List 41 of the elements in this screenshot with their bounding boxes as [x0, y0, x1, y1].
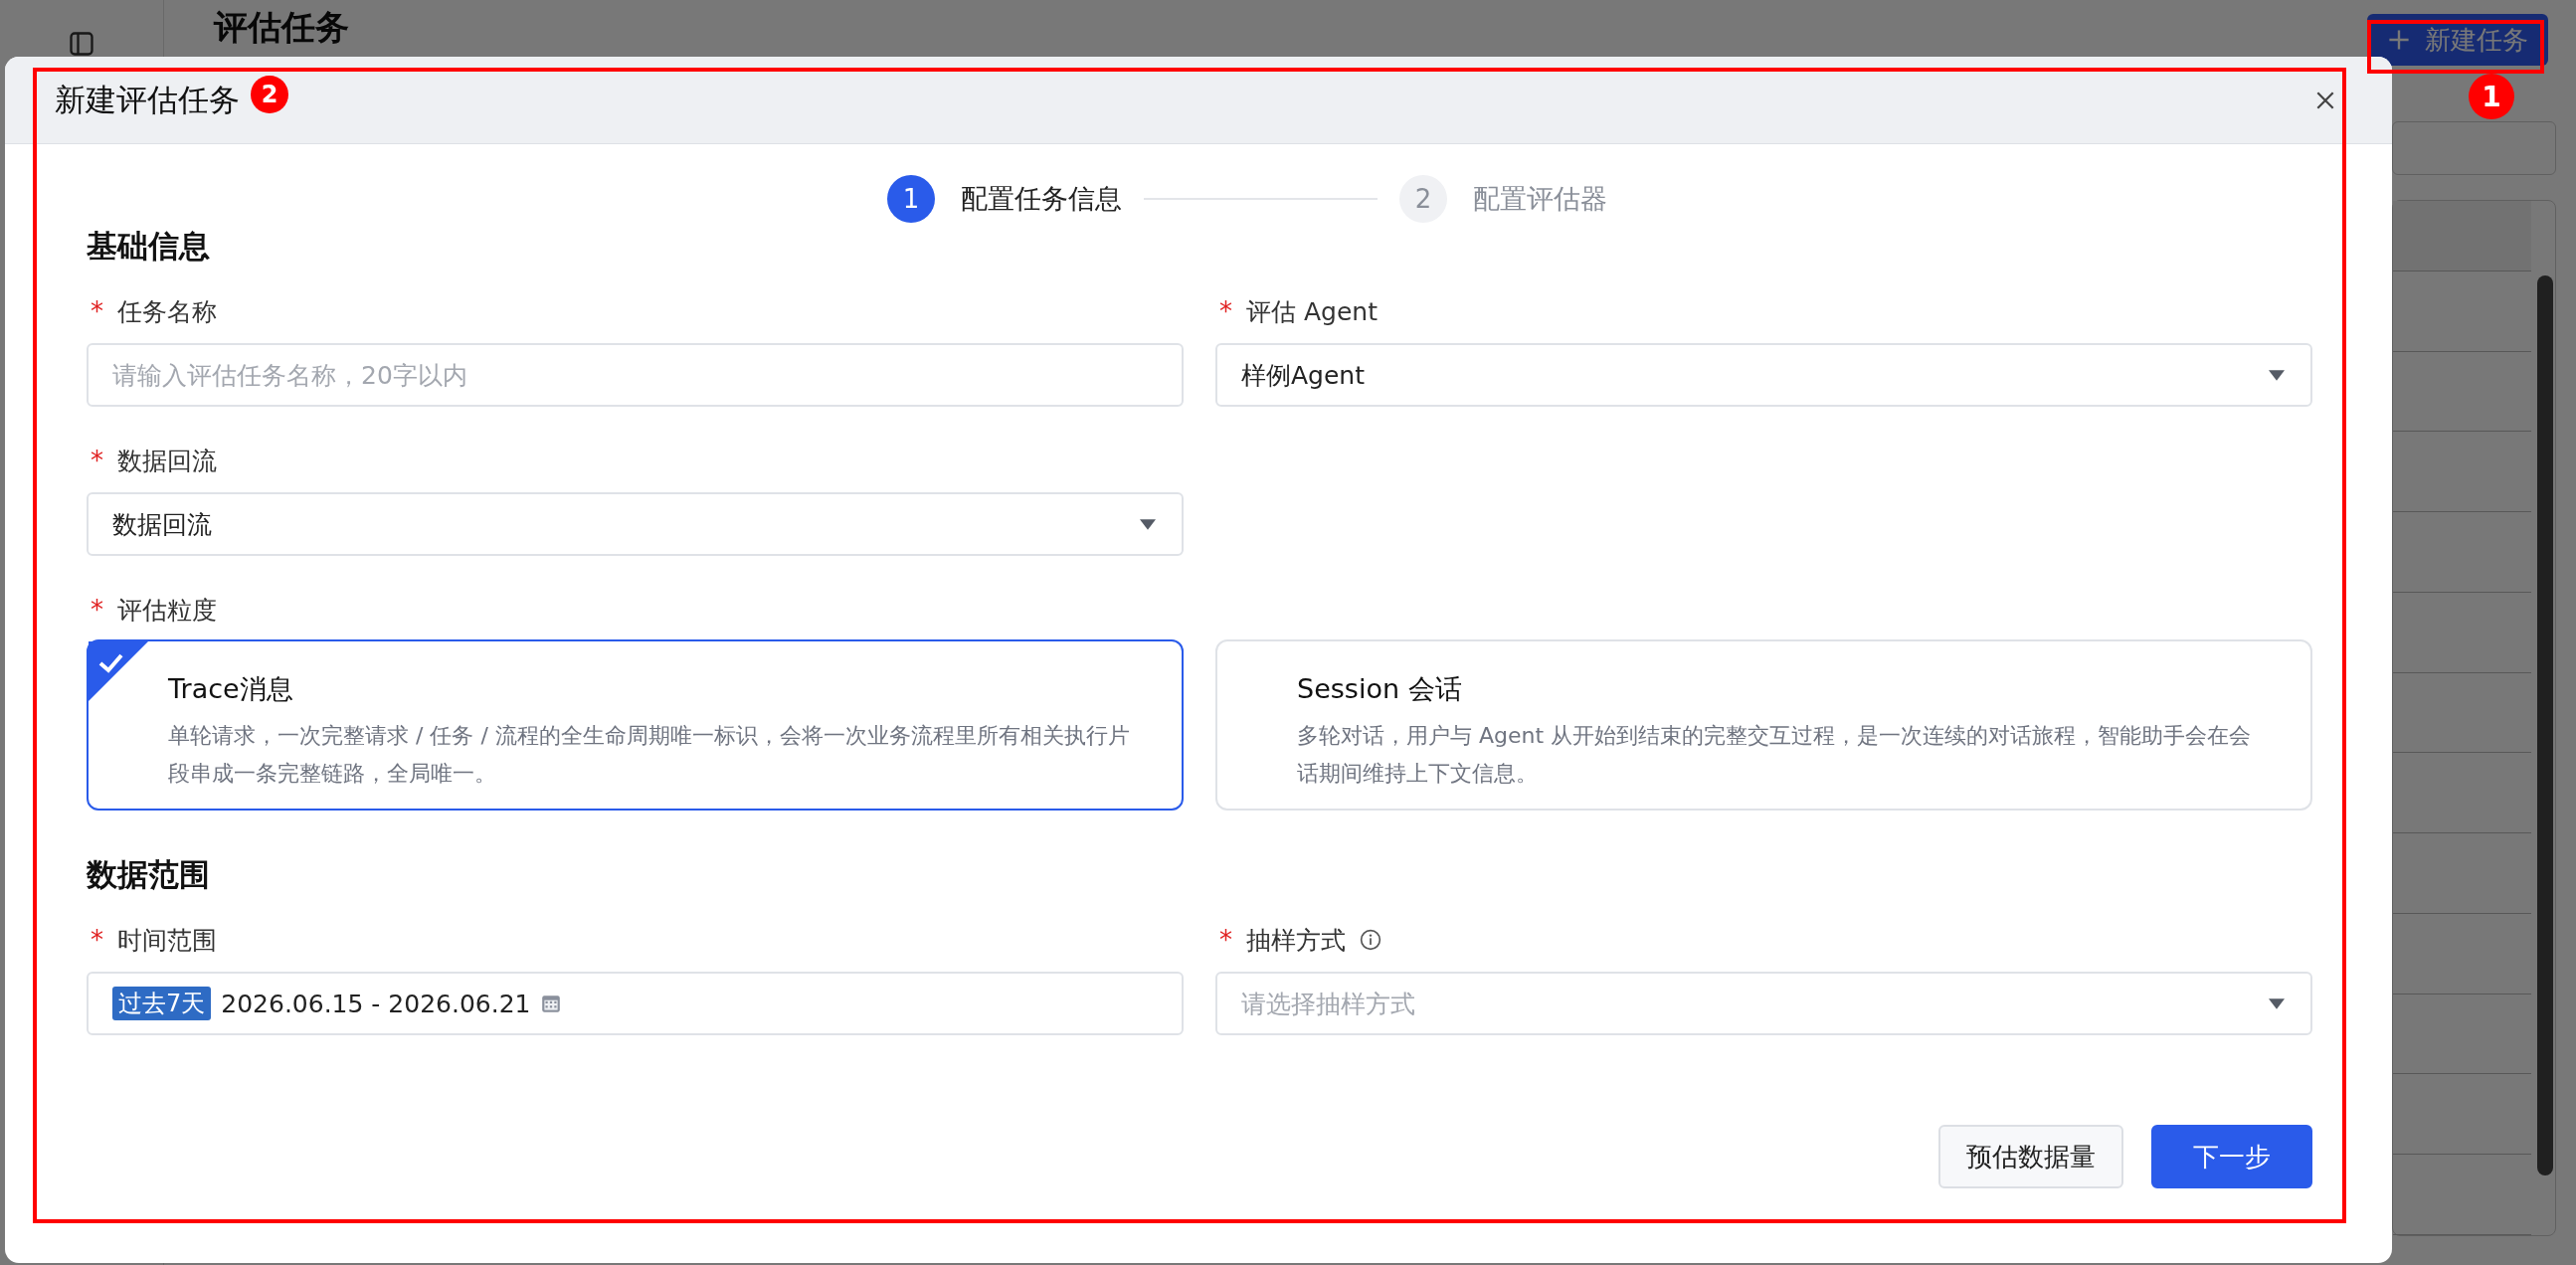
option-description: 多轮对话，用户与 Agent 从开始到结束的完整交互过程，是一次连续的对话旅程，智能助手会在会话期间维持上下文信息。 — [1297, 722, 2253, 788]
dropdown[interactable]: 样例Agent — [1215, 343, 2312, 407]
required-mark: * — [1219, 925, 1232, 955]
required-mark: * — [91, 296, 103, 326]
field-label: 任务名称 — [117, 295, 217, 328]
field-label: 评估粒度 — [117, 594, 217, 627]
required-mark: * — [91, 446, 103, 475]
sidebar-toggle-icon[interactable] — [68, 30, 95, 58]
required-mark: * — [91, 595, 103, 625]
calendar-icon[interactable] — [540, 993, 563, 1014]
range-tag: 过去7天 — [112, 987, 212, 1020]
step[interactable]: 1 配置任务信息 — [887, 175, 1122, 223]
caret-icon — [2269, 997, 2285, 1009]
estimate-button[interactable]: 预估数据量 — [1938, 1125, 2123, 1188]
date-range-field[interactable]: 过去7天 2026.06.15 - 2026.06.21 — [87, 972, 1184, 1035]
scrollbar[interactable] — [2537, 275, 2553, 1175]
required-mark: * — [1219, 296, 1232, 326]
field-label: 评估 Agent — [1246, 295, 1378, 328]
option-title: Trace消息 — [168, 672, 294, 706]
section-title: 数据范围 — [87, 855, 211, 894]
field-label: 抽样方式 — [1246, 924, 1346, 957]
dialog-title: 新建评估任务 — [55, 80, 240, 119]
required-mark: * — [91, 925, 103, 955]
option-card[interactable]: Trace消息 单轮请求，一次完整请求 / 任务 / 流程的全生命周期唯一标识，会将一次业务流程里所有相关执行片段串成一条完整链路，全局唯一。 — [87, 639, 1184, 811]
option-card[interactable]: Session 会话 多轮对话，用户与 Agent 从开始到结束的完整交互过程，是一次连续的对话旅程，智能助手会在会话期间维持上下文信息。 — [1215, 639, 2312, 811]
date-range: 2026.06.15 - 2026.06.21 — [221, 989, 531, 1018]
caret-icon — [1140, 518, 1156, 530]
next-button[interactable]: 下一步 — [2151, 1125, 2312, 1188]
callout-number: 1 — [2469, 74, 2514, 119]
page-title: 评估任务 — [214, 6, 349, 49]
option-description: 单轮请求，一次完整请求 / 任务 / 流程的全生命周期唯一标识，会将一次业务流程里所有相关执行片段串成一条完整链路，全局唯一。 — [168, 722, 1131, 788]
field-label: 时间范围 — [117, 924, 217, 957]
dropdown[interactable]: 数据回流 — [87, 492, 1184, 556]
field-label: 数据回流 — [117, 445, 217, 477]
caret-icon — [2269, 369, 2285, 381]
input-field[interactable]: 请输入评估任务名称，20字以内 — [87, 343, 1184, 407]
plus-icon — [2387, 28, 2411, 52]
info-icon[interactable] — [1360, 929, 1381, 951]
check-icon — [89, 641, 148, 701]
section-title: 基础信息 — [87, 227, 211, 266]
option-title: Session 会话 — [1297, 672, 1463, 706]
